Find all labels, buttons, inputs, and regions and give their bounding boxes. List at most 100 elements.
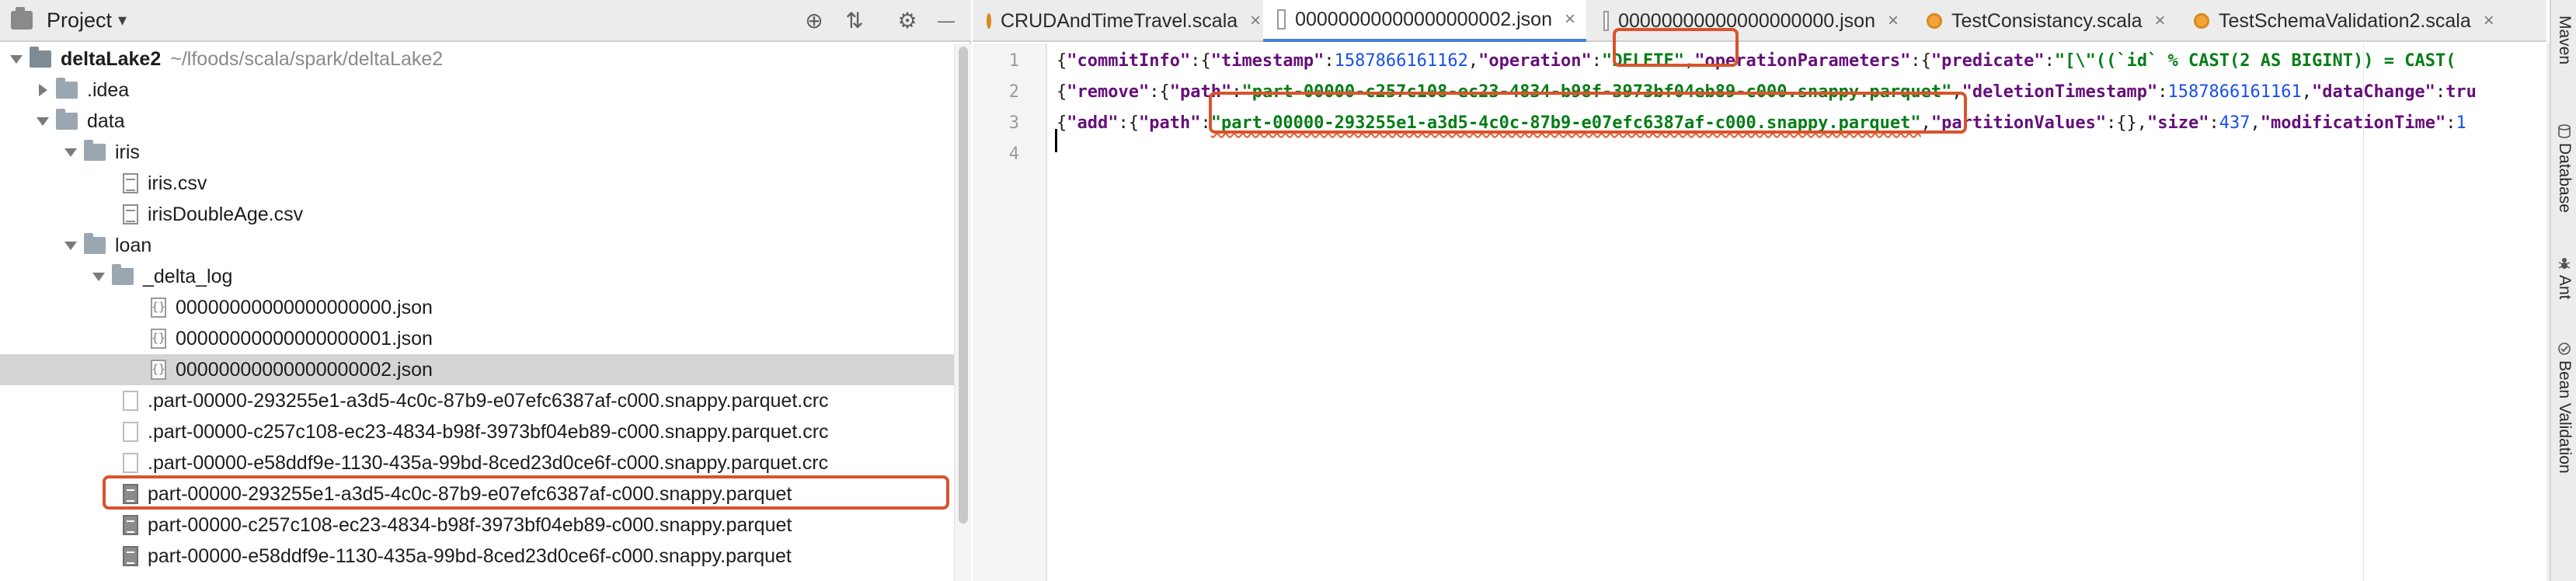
token: :	[1200, 113, 1211, 133]
tree-item-crc-2[interactable]: .part-00000-e58ddf9e-1130-435a-99bd-8ced…	[0, 447, 954, 478]
chevron-right-icon[interactable]	[30, 84, 56, 96]
tab-crud-and-time-travel[interactable]: CRUDAndTimeTravel.scala ×	[973, 0, 1261, 42]
crosshair-icon[interactable]: ⊕	[800, 7, 828, 35]
ant-icon	[2557, 256, 2571, 270]
tab-json-2[interactable]: 00000000000000000002.json ×	[1263, 0, 1586, 42]
tree-item-json-1[interactable]: 00000000000000000001.json	[0, 323, 954, 354]
token: ,	[1920, 113, 1931, 133]
tool-label: Maven	[2556, 16, 2574, 65]
tree-item-parquet-1[interactable]: part-00000-c257c108-ec23-4834-b98f-3973b…	[0, 510, 954, 541]
token: {	[1057, 51, 1067, 71]
code-editor[interactable]: {"commitInfo":{"timestamp":1587866161162…	[1049, 43, 2546, 581]
token: :{	[1149, 82, 1170, 102]
bean-validation-tool-button[interactable]: Bean Validation	[2551, 342, 2576, 474]
line-number: 2	[1008, 82, 1019, 102]
token-key: "remove"	[1067, 82, 1150, 102]
file-icon	[123, 391, 138, 411]
tab-test-consistancy[interactable]: TestConsistancy.scala ×	[1913, 0, 2177, 42]
token: :{	[1910, 51, 1931, 71]
tree-item-root[interactable]: deltaLake2 ~/lfoods/scala/spark/deltaLak…	[0, 43, 954, 75]
editor-gutter: 1 2 3 4	[973, 43, 1047, 581]
tree-item-parquet-0[interactable]: part-00000-293255e1-a3d5-4c0c-87b9-e07ef…	[0, 478, 954, 510]
tab-json-0[interactable]: 00000000000000000000.json ×	[1589, 0, 1909, 42]
tab-label: 00000000000000000002.json	[1295, 8, 1552, 30]
token-string: "part-00000-293255e1-a3d5-4c0c-87b9-e07e…	[1210, 113, 1921, 133]
line-number: 3	[1008, 113, 1019, 133]
token-key: "partitionValues"	[1930, 113, 2107, 133]
tree-item-crc-0[interactable]: .part-00000-293255e1-a3d5-4c0c-87b9-e07e…	[0, 385, 954, 416]
tab-test-schema-validation2[interactable]: TestSchemaValidation2.scala ×	[2180, 0, 2506, 42]
csv-file-icon	[123, 204, 138, 224]
token-number: 1587866161161	[2167, 82, 2302, 102]
folder-icon	[30, 47, 51, 68]
line-number: 1	[1008, 51, 1019, 71]
chevron-down-icon[interactable]	[57, 148, 84, 157]
code-line-1[interactable]: {"commitInfo":{"timestamp":1587866161162…	[1057, 47, 2456, 76]
close-icon[interactable]: ×	[1888, 10, 1899, 32]
folder-icon	[56, 78, 78, 99]
line-number: 4	[1008, 144, 1019, 164]
project-panel-title[interactable]: Project	[47, 8, 112, 33]
chevron-down-icon[interactable]	[85, 272, 112, 281]
ant-tool-button[interactable]: Ant	[2551, 256, 2576, 300]
token-key: "add"	[1067, 113, 1119, 133]
tree-scrollbar-thumb[interactable]	[959, 47, 968, 524]
chevron-down-icon[interactable]	[3, 54, 30, 64]
close-icon[interactable]: ×	[1250, 10, 1261, 32]
token-number: 1	[2456, 113, 2466, 133]
tree-item-delta-log[interactable]: _delta_log	[0, 261, 954, 292]
token: :{	[1190, 51, 1211, 71]
chevron-down-icon[interactable]: ▾	[118, 8, 127, 33]
tree-item-label: 00000000000000000001.json	[176, 327, 433, 350]
maven-tool-button[interactable]: Maven	[2551, 16, 2576, 64]
token: ,	[1951, 82, 1962, 102]
token: :	[2044, 51, 2055, 71]
minimize-icon[interactable]: —	[932, 7, 960, 35]
close-icon[interactable]: ×	[2484, 10, 2494, 32]
parquet-file-icon	[123, 546, 138, 566]
token-key: "predicate"	[1930, 51, 2045, 71]
token: :	[2435, 82, 2446, 102]
csv-file-icon	[123, 173, 138, 193]
token: :	[2445, 113, 2456, 133]
token: :{	[1118, 113, 1139, 133]
tree-scrollbar[interactable]	[954, 43, 971, 581]
tree-item-parquet-2[interactable]: part-00000-e58ddf9e-1130-435a-99bd-8ced2…	[0, 541, 954, 572]
tab-label: TestSchemaValidation2.scala	[2219, 9, 2471, 32]
tree-item-data[interactable]: data	[0, 106, 954, 137]
tree-item-idea[interactable]: .idea	[0, 75, 954, 106]
token-key: "operation"	[1478, 51, 1592, 71]
parquet-file-icon	[123, 515, 138, 535]
token-number: 437	[2219, 113, 2251, 133]
tree-item-iris-double-age-csv[interactable]: irisDoubleAge.csv	[0, 199, 954, 230]
tree-item-iris-csv[interactable]: iris.csv	[0, 168, 954, 199]
tree-item-crc-1[interactable]: .part-00000-c257c108-ec23-4834-b98f-3973…	[0, 416, 954, 447]
tree-item-path: ~/lfoods/scala/spark/deltaLake2	[170, 47, 444, 70]
database-tool-button[interactable]: Database	[2551, 124, 2576, 213]
tree-item-label: irisDoubleAge.csv	[148, 203, 304, 225]
parquet-file-icon	[123, 484, 138, 504]
tree-item-label: loan	[115, 234, 152, 256]
close-icon[interactable]: ×	[2154, 10, 2165, 32]
tree-item-label: 00000000000000000000.json	[176, 296, 433, 318]
tree-item-label: .part-00000-293255e1-a3d5-4c0c-87b9-e07e…	[148, 389, 829, 412]
tree-item-loan[interactable]: loan	[0, 230, 954, 261]
gear-icon[interactable]: ⚙	[893, 7, 921, 35]
chevron-down-icon[interactable]	[30, 117, 56, 126]
tree-item-json-0[interactable]: 00000000000000000000.json	[0, 292, 954, 323]
code-line-3[interactable]: {"add":{"path":"part-00000-293255e1-a3d5…	[1057, 109, 2466, 138]
chevron-down-icon[interactable]	[57, 241, 84, 250]
tree-item-label: 00000000000000000002.json	[176, 358, 433, 381]
tree-item-iris[interactable]: iris	[0, 137, 954, 168]
collapse-icon[interactable]: ⇅	[841, 7, 869, 35]
scala-file-icon	[1927, 13, 1942, 29]
token-key: "modificationTime"	[2260, 113, 2446, 133]
project-folder-icon	[11, 7, 33, 30]
project-panel-header: Project ▾ ⊕ ⇅ ⚙ —	[0, 0, 971, 42]
token-key: tru	[2445, 82, 2477, 102]
tree-item-label: data	[87, 110, 125, 132]
token-string: "part-00000-c257c108-ec23-4834-b98f-3973…	[1241, 82, 1952, 102]
close-icon[interactable]: ×	[1565, 9, 1575, 30]
tree-item-json-2[interactable]: 00000000000000000002.json	[0, 354, 954, 385]
code-line-2[interactable]: {"remove":{"path":"part-00000-c257c108-e…	[1057, 78, 2477, 107]
